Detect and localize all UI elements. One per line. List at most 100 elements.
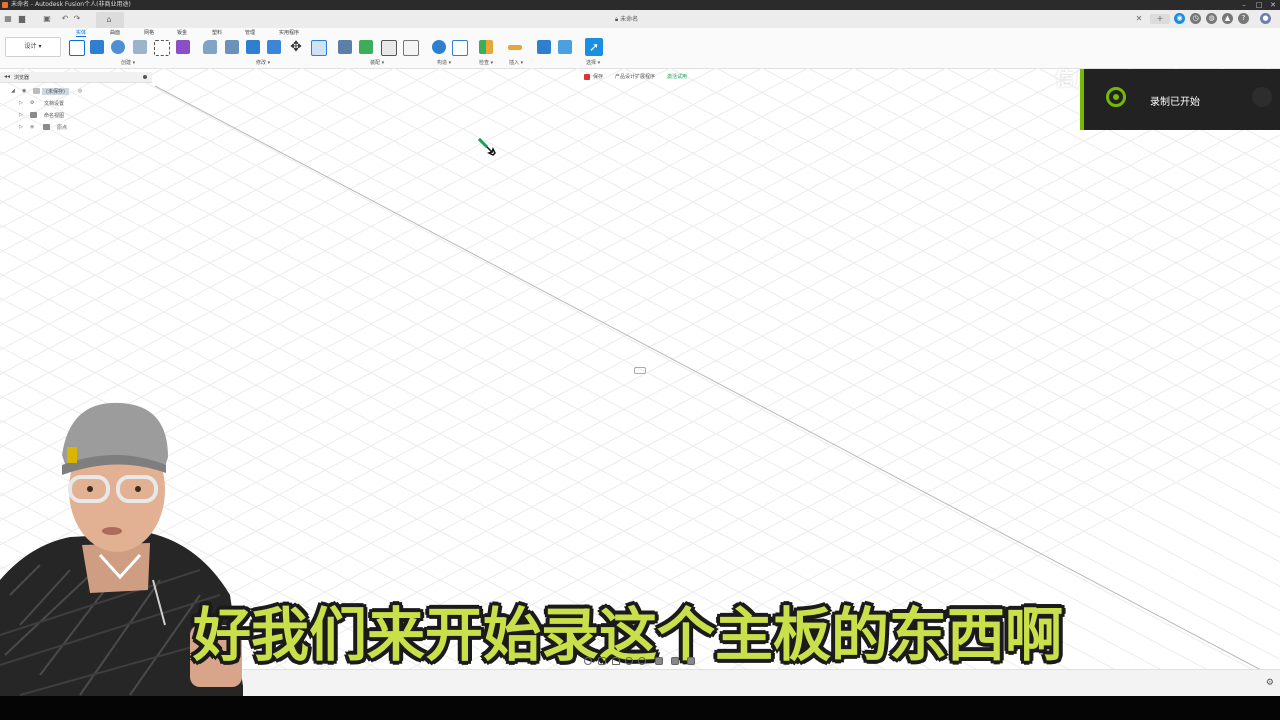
motion-link-icon[interactable] [403, 40, 419, 56]
redo-icon[interactable]: ↷ [72, 14, 82, 24]
window-title: 未命名 - Autodesk Fusion个人(非商业用途) [11, 1, 131, 8]
gear-icon: ⚙ [30, 100, 35, 106]
origin-marker[interactable] [634, 367, 646, 374]
joint-icon[interactable] [359, 40, 373, 54]
timeline-settings-gear-icon[interactable]: ⚙ [1266, 678, 1274, 688]
document-status-strip: 保存 产品设计扩展程序 激活试用 [584, 73, 699, 82]
user-avatar-icon[interactable]: ● [1260, 13, 1271, 24]
expand-arrow-icon[interactable]: ◢ [11, 88, 15, 94]
document-tab[interactable]: ⌂ [96, 12, 124, 28]
toast-menu-icon[interactable] [1252, 87, 1272, 107]
grid-line [1037, 68, 1280, 197]
viewport-navigation-bar [580, 655, 700, 667]
chamfer-icon[interactable] [225, 40, 239, 54]
folder-icon [30, 112, 37, 118]
recording-icon [1106, 87, 1126, 107]
midplane-icon[interactable] [452, 40, 468, 56]
interference-icon[interactable] [508, 45, 522, 50]
browser-node-document-settings[interactable]: ▷ ⚙ 文档设置 [0, 98, 150, 109]
group-construct[interactable]: 构造 ▾ [437, 59, 451, 66]
group-create[interactable]: 创建 ▾ [121, 59, 135, 66]
toolbar-ribbon: 设计 ▾ 实体 曲面 网格 钣金 塑料 管理 实用程序 ✥ ➚ 创建 ▾ 修改 … [0, 28, 1280, 90]
browser-header: ◂◂ 浏览器 [0, 72, 152, 83]
hidden-eye-icon[interactable]: ◉ [30, 124, 34, 130]
maximize-button[interactable]: □ [1252, 0, 1266, 10]
tab-utilities[interactable]: 实用程序 [279, 29, 299, 36]
grid-line [1221, 68, 1280, 100]
extrude-icon[interactable] [90, 40, 104, 54]
group-assemble[interactable]: 装配 ▾ [370, 59, 384, 66]
look-at-icon[interactable] [598, 657, 606, 665]
revolve-icon[interactable] [111, 40, 125, 54]
zoom-icon[interactable] [625, 657, 633, 665]
tab-surface[interactable]: 曲面 [110, 29, 120, 36]
tab-plastic[interactable]: 塑料 [212, 29, 222, 36]
group-select[interactable]: 选择 ▾ [586, 59, 600, 66]
browser-options-icon[interactable] [143, 75, 147, 79]
display-settings-icon[interactable] [655, 657, 663, 665]
job-status-icon[interactable]: ◷ [1190, 13, 1201, 24]
measure-icon[interactable] [479, 40, 493, 54]
new-tab-icon[interactable]: + [1150, 14, 1170, 24]
zoom-window-icon[interactable] [638, 657, 646, 665]
toast-message: 录制已开始 [1150, 97, 1200, 108]
activate-radio-icon[interactable]: ◎ [78, 88, 82, 94]
create-sketch-icon[interactable] [69, 40, 85, 56]
minimize-button[interactable]: – [1237, 0, 1251, 10]
close-window-button[interactable]: ✕ [1266, 0, 1280, 10]
create-form-icon[interactable] [176, 40, 190, 54]
tab-sheet-metal[interactable]: 钣金 [177, 29, 187, 36]
save-icon[interactable]: ▣ [42, 14, 52, 24]
online-icon[interactable]: ◍ [1206, 13, 1217, 24]
browser-node-named-views[interactable]: ▷ 命名视图 [0, 110, 150, 121]
visibility-eye-icon[interactable]: ◉ [22, 88, 26, 94]
fillet-icon[interactable] [203, 40, 217, 54]
grid-settings-icon[interactable] [671, 657, 679, 665]
product-design-extension-link[interactable]: 产品设计扩展程序 [615, 74, 655, 80]
group-insert[interactable]: 插入 ▾ [509, 59, 523, 66]
group-inspect[interactable]: 检查 ▾ [479, 59, 493, 66]
new-component-icon[interactable] [338, 40, 352, 54]
help-icon[interactable]: ? [1238, 13, 1249, 24]
fusion-app-icon [2, 2, 8, 8]
shell-icon[interactable] [246, 40, 260, 54]
tab-solid[interactable]: 实体 [76, 29, 87, 37]
workspace-switcher[interactable]: 设计 ▾ [5, 37, 61, 57]
undo-icon[interactable]: ↶ [60, 14, 70, 24]
activate-trial-link[interactable]: 激活试用 [667, 74, 687, 80]
combine-icon[interactable] [267, 40, 281, 54]
video-letterbox-bar [0, 696, 1280, 720]
browser-panel: ◂◂ 浏览器 ◢ ◉ (未保存) ◎ ▷ ⚙ 文档设置 ▷ 命名视图 ▷ ◉ 原… [0, 72, 152, 134]
pan-icon[interactable] [612, 657, 620, 665]
browser-node-origin[interactable]: ▷ ◉ 原点 [0, 122, 150, 133]
browser-root-node[interactable]: ◢ ◉ (未保存) ◎ [0, 86, 150, 97]
browser-title: 浏览器 [14, 75, 30, 81]
expand-arrow-icon[interactable]: ▷ [19, 124, 23, 130]
as-built-joint-icon[interactable] [381, 40, 397, 56]
viewports-icon[interactable] [687, 657, 695, 665]
pattern-icon[interactable] [154, 40, 170, 56]
select-arrow-icon[interactable]: ➚ [585, 38, 603, 56]
group-modify[interactable]: 修改 ▾ [256, 59, 270, 66]
close-tab-icon[interactable]: ✕ [1134, 14, 1144, 24]
expand-arrow-icon[interactable]: ▷ [19, 100, 23, 106]
extensions-icon[interactable]: ◉ [1174, 13, 1185, 24]
file-menu-icon[interactable]: ▆ [17, 14, 27, 24]
tab-manage[interactable]: 管理 [245, 29, 255, 36]
offset-plane-icon[interactable] [432, 40, 446, 54]
document-title: 🔒︎ 未命名 [615, 16, 639, 23]
orbit-icon[interactable] [584, 657, 592, 665]
insert-canvas-icon[interactable] [558, 40, 572, 54]
grid-line [1129, 68, 1280, 149]
lock-icon: 🔒︎ [615, 16, 619, 23]
hole-icon[interactable] [133, 40, 147, 54]
notifications-icon[interactable]: ▲ [1222, 13, 1233, 24]
app-grid-icon[interactable]: ▦ [3, 14, 13, 24]
expand-arrow-icon[interactable]: ▷ [19, 112, 23, 118]
insert-derive-icon[interactable] [537, 40, 551, 54]
align-icon[interactable] [311, 40, 327, 56]
save-status-label[interactable]: 保存 [593, 74, 603, 80]
collapse-icon[interactable]: ◂◂ [4, 73, 10, 80]
tab-mesh[interactable]: 网格 [144, 29, 154, 36]
move-icon[interactable]: ✥ [289, 40, 303, 54]
